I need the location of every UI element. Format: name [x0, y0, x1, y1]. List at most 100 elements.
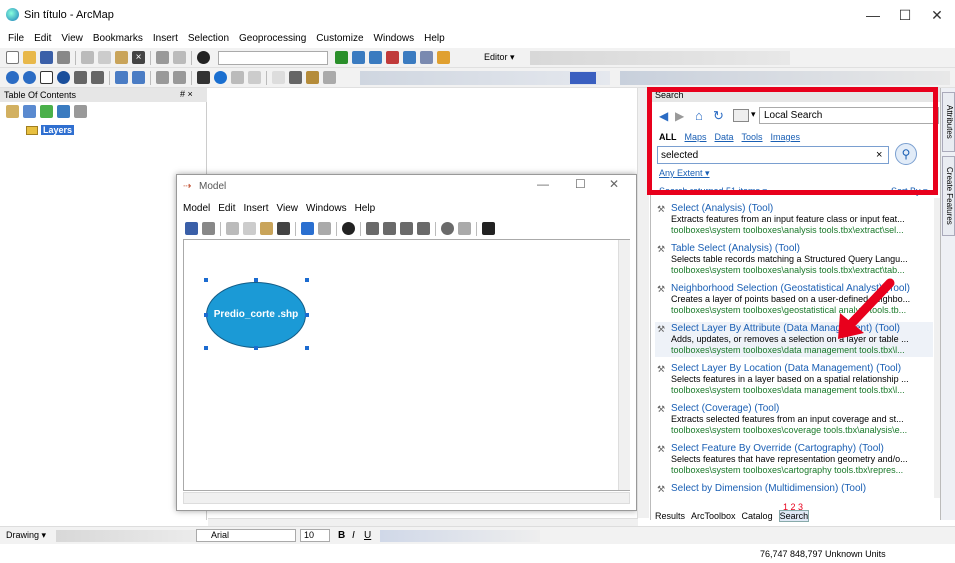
model-cut-icon[interactable]: [226, 222, 239, 235]
python-icon[interactable]: [420, 51, 433, 64]
menu-edit[interactable]: Edit: [29, 30, 56, 48]
search-window-icon[interactable]: [386, 51, 399, 64]
tab-results[interactable]: Results: [655, 511, 685, 521]
paste-icon[interactable]: [115, 51, 128, 64]
table-icon[interactable]: [352, 51, 365, 64]
model-auto-layout-icon[interactable]: [366, 222, 379, 235]
search-result[interactable]: ⚒ Select (Coverage) (Tool) Extracts select…: [655, 402, 933, 437]
open-icon[interactable]: [23, 51, 36, 64]
model-menu-edit[interactable]: Edit: [218, 203, 235, 214]
model-paste-icon[interactable]: [260, 222, 273, 235]
model-horizontal-scrollbar[interactable]: [183, 492, 630, 504]
tab-create-features[interactable]: Create Features: [942, 156, 955, 236]
selection-handle[interactable]: [305, 278, 309, 282]
model-menu-insert[interactable]: Insert: [243, 203, 268, 214]
full-extent-icon[interactable]: [57, 71, 70, 84]
pan-icon[interactable]: [40, 71, 53, 84]
modelbuilder-icon[interactable]: [437, 51, 450, 64]
redo-icon[interactable]: [173, 51, 186, 64]
options-icon[interactable]: [74, 105, 87, 118]
selection-handle[interactable]: [204, 278, 208, 282]
model-print-icon[interactable]: [202, 222, 215, 235]
font-size-dropdown[interactable]: 10: [300, 529, 330, 542]
copy-icon[interactable]: [98, 51, 111, 64]
measure-icon[interactable]: [248, 71, 261, 84]
list-by-selection-icon[interactable]: [57, 105, 70, 118]
model-zoom-icon[interactable]: [417, 222, 430, 235]
menu-insert[interactable]: Insert: [148, 30, 183, 48]
menu-view[interactable]: View: [56, 30, 88, 48]
model-undo-icon[interactable]: [301, 222, 314, 235]
selection-handle[interactable]: [254, 346, 258, 350]
menu-file[interactable]: File: [0, 30, 29, 48]
menu-geoprocessing[interactable]: Geoprocessing: [234, 30, 311, 48]
delete-icon[interactable]: ×: [132, 51, 145, 64]
menu-bookmarks[interactable]: Bookmarks: [88, 30, 148, 48]
selection-handle[interactable]: [305, 313, 309, 317]
italic-button[interactable]: I: [352, 530, 355, 541]
font-dropdown[interactable]: Arial: [196, 529, 296, 542]
back-extent-icon[interactable]: [115, 71, 128, 84]
save-icon[interactable]: [40, 51, 53, 64]
select-elements-icon[interactable]: [197, 71, 210, 84]
model-add-data-icon[interactable]: [342, 222, 355, 235]
go-to-xy-icon[interactable]: [323, 71, 336, 84]
new-icon[interactable]: [6, 51, 19, 64]
fixed-zoom-out-icon[interactable]: [91, 71, 104, 84]
editor-menu[interactable]: Editor ▾: [484, 52, 515, 63]
model-menu-model[interactable]: Model: [183, 203, 210, 214]
list-by-visibility-icon[interactable]: [40, 105, 53, 118]
model-redo-icon[interactable]: [318, 222, 331, 235]
add-data-icon[interactable]: [197, 51, 210, 64]
list-by-drawing-order-icon[interactable]: [6, 105, 19, 118]
model-canvas[interactable]: Predio_corte .shp: [183, 239, 630, 491]
model-menu-view[interactable]: View: [277, 203, 299, 214]
selection-handle[interactable]: [204, 313, 208, 317]
catalog-icon[interactable]: [369, 51, 382, 64]
model-maximize-button[interactable]: ☐: [575, 177, 586, 191]
bold-button[interactable]: B: [338, 530, 345, 541]
scale-dropdown[interactable]: [218, 51, 328, 65]
zoom-out-icon[interactable]: [23, 71, 36, 84]
model-close-button[interactable]: ✕: [609, 177, 619, 191]
selection-handle[interactable]: [305, 346, 309, 350]
maximize-button[interactable]: ☐: [890, 4, 920, 26]
menu-customize[interactable]: Customize: [311, 30, 368, 48]
close-button[interactable]: ✕: [922, 4, 952, 26]
model-vertical-scrollbar[interactable]: [618, 240, 630, 490]
editor-toolbar-icon[interactable]: [335, 51, 348, 64]
search-result[interactable]: ⚒ Select Layer By Location (Data Manageme…: [655, 362, 933, 397]
model-menu-windows[interactable]: Windows: [306, 203, 347, 214]
minimize-button[interactable]: —: [858, 4, 888, 26]
model-minimize-button[interactable]: —: [537, 177, 549, 191]
search-result[interactable]: ⚒ Table Select (Analysis) (Tool) Selects t…: [655, 242, 933, 277]
model-copy-icon[interactable]: [243, 222, 256, 235]
binoculars-icon[interactable]: [289, 71, 302, 84]
fixed-zoom-in-icon[interactable]: [74, 71, 87, 84]
selection-handle[interactable]: [254, 278, 258, 282]
menu-windows[interactable]: Windows: [369, 30, 420, 48]
layers-node[interactable]: Layers: [41, 125, 75, 135]
arctoolbox-icon[interactable]: [403, 51, 416, 64]
model-pan-icon[interactable]: [458, 222, 471, 235]
model-full-extent-icon[interactable]: [383, 222, 396, 235]
identify-icon[interactable]: [214, 71, 227, 84]
html-popup-icon[interactable]: [231, 71, 244, 84]
toc-pin-close[interactable]: # ×: [180, 89, 193, 99]
menu-help[interactable]: Help: [419, 30, 450, 48]
select-features-icon[interactable]: [156, 71, 169, 84]
model-fixed-zoom-icon[interactable]: [400, 222, 413, 235]
model-save-icon[interactable]: [185, 222, 198, 235]
model-data-element-predio-corte[interactable]: Predio_corte .shp: [206, 282, 306, 348]
model-zoom-in-icon[interactable]: [441, 222, 454, 235]
model-delete-icon[interactable]: [277, 222, 290, 235]
clear-selection-icon[interactable]: [173, 71, 186, 84]
undo-icon[interactable]: [156, 51, 169, 64]
list-by-source-icon[interactable]: [23, 105, 36, 118]
cut-icon[interactable]: [81, 51, 94, 64]
selection-handle[interactable]: [204, 346, 208, 350]
print-icon[interactable]: [57, 51, 70, 64]
tab-catalog[interactable]: Catalog: [742, 511, 773, 521]
find-icon[interactable]: [272, 71, 285, 84]
menu-selection[interactable]: Selection: [183, 30, 234, 48]
